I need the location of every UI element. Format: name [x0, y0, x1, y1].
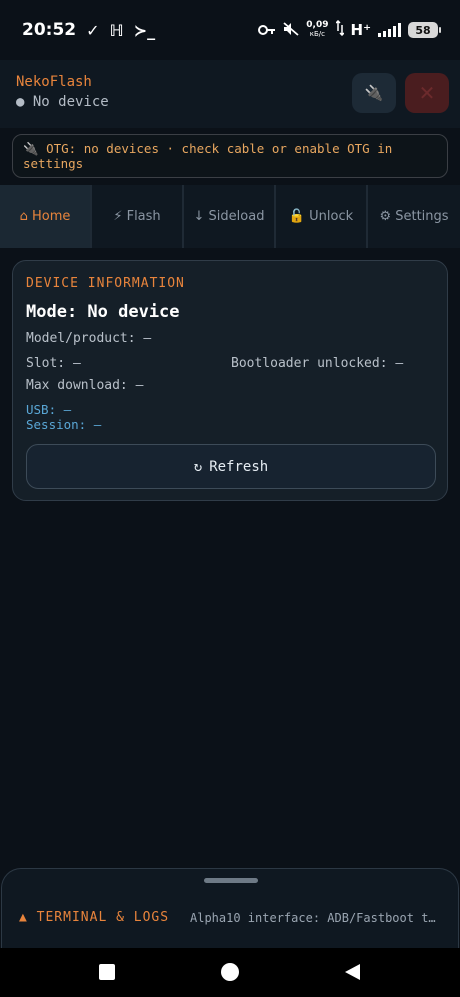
tab-settings-label: ⚙ Settings — [379, 209, 449, 224]
app-title: NekoFlash — [16, 74, 92, 90]
data-arrows-icon — [334, 19, 345, 40]
model-product: Model/product: — — [26, 331, 152, 346]
terminal-icon: ≻_ — [133, 20, 156, 40]
status-time: 20:52 — [22, 20, 77, 40]
otg-banner-text: 🔌 OTG: no devices · check cable or enabl… — [23, 141, 393, 171]
home-button[interactable] — [218, 960, 242, 984]
disconnect-button[interactable]: ✕ — [405, 73, 449, 113]
recents-button[interactable] — [95, 960, 119, 984]
terminal-title: ▲ TERMINAL & LOGS — [19, 910, 170, 925]
status-bar: 20:52 ✓ ℍ ≻_ 0,09 кБ/с H⁺ 58 — [0, 0, 460, 60]
max-download: Max download: — — [26, 378, 144, 393]
slot: Slot: — — [26, 356, 81, 371]
tab-sideload-label: ↓ Sideload — [193, 209, 265, 224]
close-icon: ✕ — [418, 81, 436, 105]
drag-handle[interactable] — [204, 878, 258, 883]
refresh-button[interactable]: ↻ Refresh — [26, 444, 436, 489]
tab-unlock[interactable]: 🔓 Unlock — [276, 185, 368, 248]
navigation-bar — [0, 948, 460, 997]
usb-info: USB: — — [26, 402, 72, 417]
tab-bar: ⌂ Home ⚡ Flash ↓ Sideload 🔓 Unlock ⚙ Set… — [0, 185, 460, 248]
terminal-log-line: Alpha10 interface: ADB/Fastboot t… — [190, 911, 436, 925]
signal-icon — [378, 23, 401, 37]
device-mode: Mode: No device — [26, 302, 180, 322]
battery-icon: 58 — [408, 22, 441, 38]
app-header: NekoFlash ● No device 🔌 ✕ — [0, 60, 460, 128]
circle-icon — [221, 963, 239, 981]
slash-icon: ℍ — [109, 20, 124, 40]
tab-home-label: ⌂ Home — [19, 209, 71, 224]
back-triangle-icon — [345, 964, 360, 980]
refresh-icon: ↻ — [193, 458, 203, 475]
terminal-sheet[interactable]: ▲ TERMINAL & LOGS Alpha10 interface: ADB… — [1, 868, 459, 948]
mute-icon — [283, 21, 299, 40]
session-info: Session: — — [26, 417, 102, 432]
tab-home[interactable]: ⌂ Home — [0, 185, 92, 248]
check-icon: ✓ — [86, 20, 100, 40]
tab-settings[interactable]: ⚙ Settings — [368, 185, 460, 248]
card-title: DEVICE INFORMATION — [26, 276, 185, 291]
back-button[interactable] — [340, 960, 364, 984]
plug-icon: 🔌 — [364, 84, 384, 102]
tab-flash[interactable]: ⚡ Flash — [92, 185, 184, 248]
tab-flash-label: ⚡ Flash — [113, 209, 161, 224]
tab-sideload[interactable]: ↓ Sideload — [184, 185, 276, 248]
bootloader-status: Bootloader unlocked: — — [231, 356, 404, 371]
key-icon — [258, 21, 276, 40]
refresh-label: Refresh — [209, 458, 269, 475]
net-speed: 0,09 кБ/с — [306, 20, 329, 39]
device-info-card: DEVICE INFORMATION Mode: No device Model… — [12, 260, 448, 501]
square-icon — [99, 964, 115, 980]
connect-button[interactable]: 🔌 — [352, 73, 396, 113]
network-type: H⁺ — [350, 21, 371, 39]
tab-unlock-label: 🔓 Unlock — [288, 209, 354, 224]
device-state: ● No device — [16, 94, 109, 110]
otg-banner: 🔌 OTG: no devices · check cable or enabl… — [12, 134, 448, 178]
